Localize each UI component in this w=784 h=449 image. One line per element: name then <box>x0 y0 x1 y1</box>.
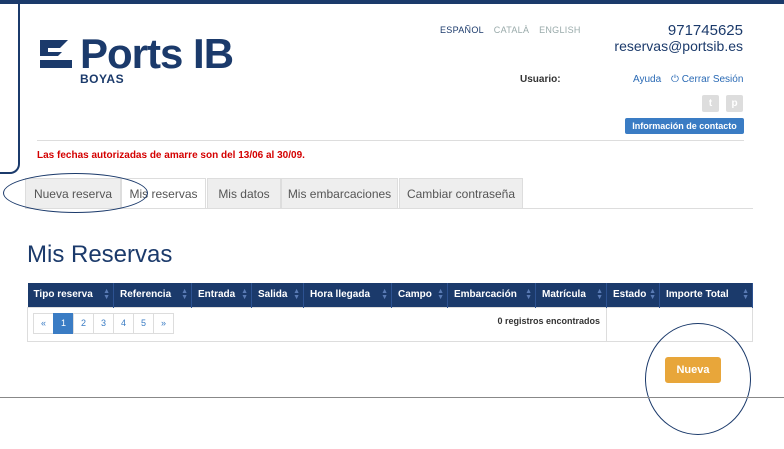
pagination: « 1 2 3 4 5 » <box>33 312 298 334</box>
col-estado[interactable]: Estado ▲ ▼ <box>606 283 660 307</box>
col-tipo-reserva[interactable]: Tipo reserva ▲ ▼ <box>27 283 114 307</box>
col-entrada[interactable]: Entrada ▲ ▼ <box>191 283 252 307</box>
pinterest-icon[interactable]: p <box>726 95 743 112</box>
date-notice: Las fechas autorizadas de amarre son del… <box>37 150 305 161</box>
new-reservation-button[interactable]: Nueva <box>665 357 721 383</box>
tab-cambiar-contrasena[interactable]: Cambiar contraseña <box>399 178 523 209</box>
pager-next[interactable]: » <box>153 312 174 334</box>
tab-mis-embarcaciones[interactable]: Mis embarcaciones <box>281 178 398 209</box>
tab-baseline <box>25 208 753 209</box>
footer-divider <box>0 397 784 398</box>
sort-icon: ▲ ▼ <box>241 288 248 301</box>
help-link[interactable]: Ayuda <box>633 74 661 85</box>
sort-icon: ▲ ▼ <box>293 288 300 301</box>
sort-icon: ▲ ▼ <box>181 288 188 301</box>
user-label: Usuario: <box>520 74 561 85</box>
tab-mis-datos[interactable]: Mis datos <box>207 178 281 209</box>
power-icon: ⏻ <box>671 74 679 85</box>
col-embarcacion[interactable]: Embarcación ▲ ▼ <box>447 283 536 307</box>
sort-icon: ▲ ▼ <box>437 288 444 301</box>
annotation-bracket <box>0 4 20 174</box>
logo-wordmark: Ports IB <box>80 30 234 77</box>
table-footer-row: « 1 2 3 4 5 » 0 registros encontrados <box>27 306 753 342</box>
reservations-table: Tipo reserva ▲ ▼ Referencia ▲ ▼ Entrada ▲ ▼ Sa… <box>27 283 753 342</box>
logo-subtitle: BOYAS <box>80 72 125 86</box>
table-header-row: Tipo reserva ▲ ▼ Referencia ▲ ▼ Entrada ▲ ▼ Sa… <box>27 283 753 307</box>
pager-page-5[interactable]: 5 <box>133 312 154 334</box>
sort-icon: ▲ ▼ <box>742 288 749 301</box>
annotation-circle <box>3 173 148 213</box>
sort-icon: ▲ ▼ <box>103 288 110 301</box>
sort-icon: ▲ ▼ <box>596 288 603 301</box>
twitter-icon[interactable]: t <box>702 95 719 112</box>
lang-ca[interactable]: CATALÀ <box>494 25 529 35</box>
contact-phone: 971745625 <box>667 22 743 39</box>
logout-link[interactable]: ⏻ Cerrar Sesión <box>671 74 743 85</box>
pager-page-2[interactable]: 2 <box>73 312 94 334</box>
pager-page-4[interactable]: 4 <box>113 312 134 334</box>
sort-icon: ▲ ▼ <box>649 288 656 301</box>
divider <box>37 140 744 141</box>
pager-page-1[interactable]: 1 <box>53 312 74 334</box>
col-importe-total[interactable]: Importe Total ▲ ▼ <box>659 283 753 307</box>
records-count: 0 registros encontrados <box>497 315 600 326</box>
col-matricula[interactable]: Matrícula ▲ ▼ <box>535 283 607 307</box>
col-referencia[interactable]: Referencia ▲ ▼ <box>113 283 192 307</box>
contact-info-button[interactable]: Información de contacto <box>625 118 744 134</box>
records-cell: 0 registros encontrados <box>303 306 607 342</box>
pager-prev[interactable]: « <box>33 312 54 334</box>
pager-page-3[interactable]: 3 <box>93 312 114 334</box>
col-hora-llegada[interactable]: Hora llegada ▲ ▼ <box>303 283 392 307</box>
logo-mark-icon <box>40 40 72 68</box>
col-campo[interactable]: Campo ▲ ▼ <box>391 283 448 307</box>
sort-icon: ▲ ▼ <box>525 288 532 301</box>
pager-cell: « 1 2 3 4 5 » <box>27 306 304 342</box>
top-bar <box>0 0 784 4</box>
page-title: Mis Reservas <box>27 241 173 268</box>
col-salida[interactable]: Salida ▲ ▼ <box>251 283 304 307</box>
sort-icon: ▲ ▼ <box>381 288 388 301</box>
language-selector: ESPAÑOL CATALÀ ENGLISH <box>440 25 588 35</box>
lang-en[interactable]: ENGLISH <box>539 25 581 35</box>
lang-es[interactable]: ESPAÑOL <box>440 25 484 35</box>
contact-email[interactable]: reservas@portsib.es <box>614 38 743 54</box>
